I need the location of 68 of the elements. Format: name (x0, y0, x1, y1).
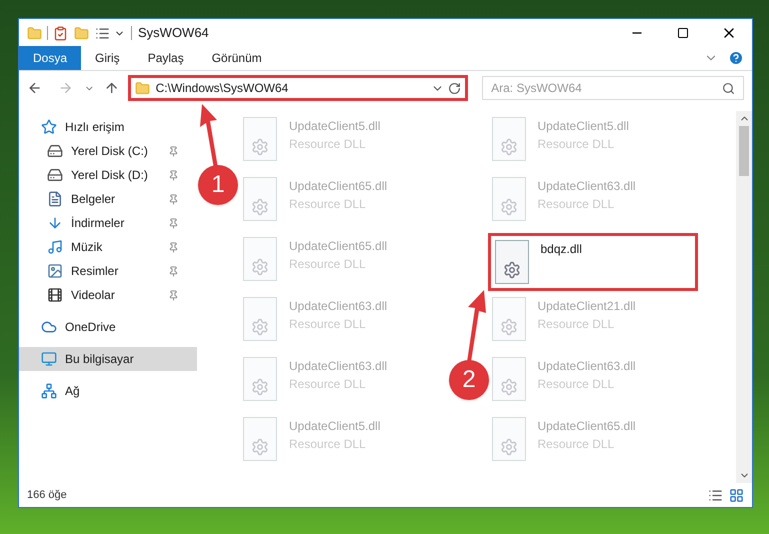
file-icon (492, 117, 526, 161)
file-icon (243, 117, 277, 161)
nav-item[interactable]: OneDrive (19, 315, 197, 339)
document-icon (47, 191, 63, 207)
drive-icon (47, 167, 63, 183)
search-field[interactable]: Ara: SysWOW64 (482, 76, 744, 100)
file-icon (494, 240, 528, 284)
refresh-icon[interactable] (448, 82, 462, 94)
file-name: UpdateClient65.dll (289, 178, 388, 195)
file-name: UpdateClient5.dll (538, 118, 629, 135)
file-name: UpdateClient63.dll (538, 358, 636, 375)
nav-item[interactable]: Müzik (19, 235, 197, 259)
monitor-icon (41, 351, 57, 367)
details-view-icon[interactable] (708, 488, 723, 502)
search-icon[interactable] (722, 82, 735, 94)
network-icon (41, 383, 57, 399)
ribbon-tab[interactable]: Giriş (81, 46, 134, 70)
nav-item[interactable]: Hızlı erişim (19, 115, 197, 139)
properties-icon[interactable] (95, 26, 110, 40)
file-icon (243, 177, 277, 221)
maximize-icon (677, 27, 689, 39)
search-input[interactable]: Ara: SysWOW64 (491, 79, 722, 97)
file-icon (243, 297, 277, 341)
scrollbar[interactable] (736, 111, 752, 483)
nav-item[interactable]: Belgeler (19, 187, 197, 211)
folder-icon (134, 80, 150, 96)
ribbon-tab[interactable]: Görünüm (198, 46, 276, 70)
file-icon (492, 417, 526, 461)
help-icon[interactable] (728, 50, 744, 66)
file-name: UpdateClient65.dll (289, 238, 388, 255)
nav-item[interactable]: İndirmeler (19, 211, 197, 235)
nav-item[interactable]: Bu bilgisayar (19, 347, 197, 371)
nav-item[interactable]: Videolar (19, 283, 197, 307)
back-icon[interactable] (27, 80, 42, 96)
tiles-view-icon[interactable] (729, 488, 744, 502)
music-note-icon (47, 239, 63, 255)
file-name: UpdateClient21.dll (538, 298, 636, 315)
file-tile[interactable]: bdqz.dll (488, 233, 698, 291)
film-icon (47, 287, 63, 303)
window-title: SysWOW64 (138, 24, 209, 42)
address-path: C:\Windows\SysWOW64 (156, 80, 290, 97)
drive-icon (47, 143, 63, 159)
file-icon (492, 357, 526, 401)
checklist-icon[interactable] (53, 26, 68, 40)
cloud-icon (41, 319, 57, 335)
file-icon (243, 357, 277, 401)
scroll-thumb[interactable] (739, 126, 749, 176)
file-icon (492, 177, 526, 221)
picture-icon (47, 263, 63, 279)
file-name: UpdateClient63.dll (538, 178, 636, 195)
file-icon (243, 237, 277, 281)
file-name: UpdateClient65.dll (538, 418, 636, 435)
ribbon-tab[interactable]: Paylaş (134, 46, 198, 70)
ribbon-tab[interactable]: Dosya (19, 46, 82, 70)
nav-item[interactable]: Resimler (19, 259, 197, 283)
nav-item[interactable]: Yerel Disk (C:) (19, 139, 197, 163)
item-count: 166 öğe (27, 488, 67, 503)
file-icon (243, 417, 277, 461)
file-name: UpdateClient5.dll (289, 118, 380, 135)
file-name: bdqz.dll (540, 241, 582, 258)
nav-item[interactable]: Yerel Disk (D:) (19, 163, 197, 187)
file-name: UpdateClient63.dll (289, 358, 388, 375)
file-name: UpdateClient5.dll (289, 418, 380, 435)
star-icon (41, 119, 57, 135)
nav-item[interactable]: Ağ (19, 379, 197, 403)
file-icon (492, 297, 526, 341)
address-bar[interactable]: C:\Windows\SysWOW64 (128, 75, 468, 101)
file-name: UpdateClient63.dll (289, 298, 388, 315)
